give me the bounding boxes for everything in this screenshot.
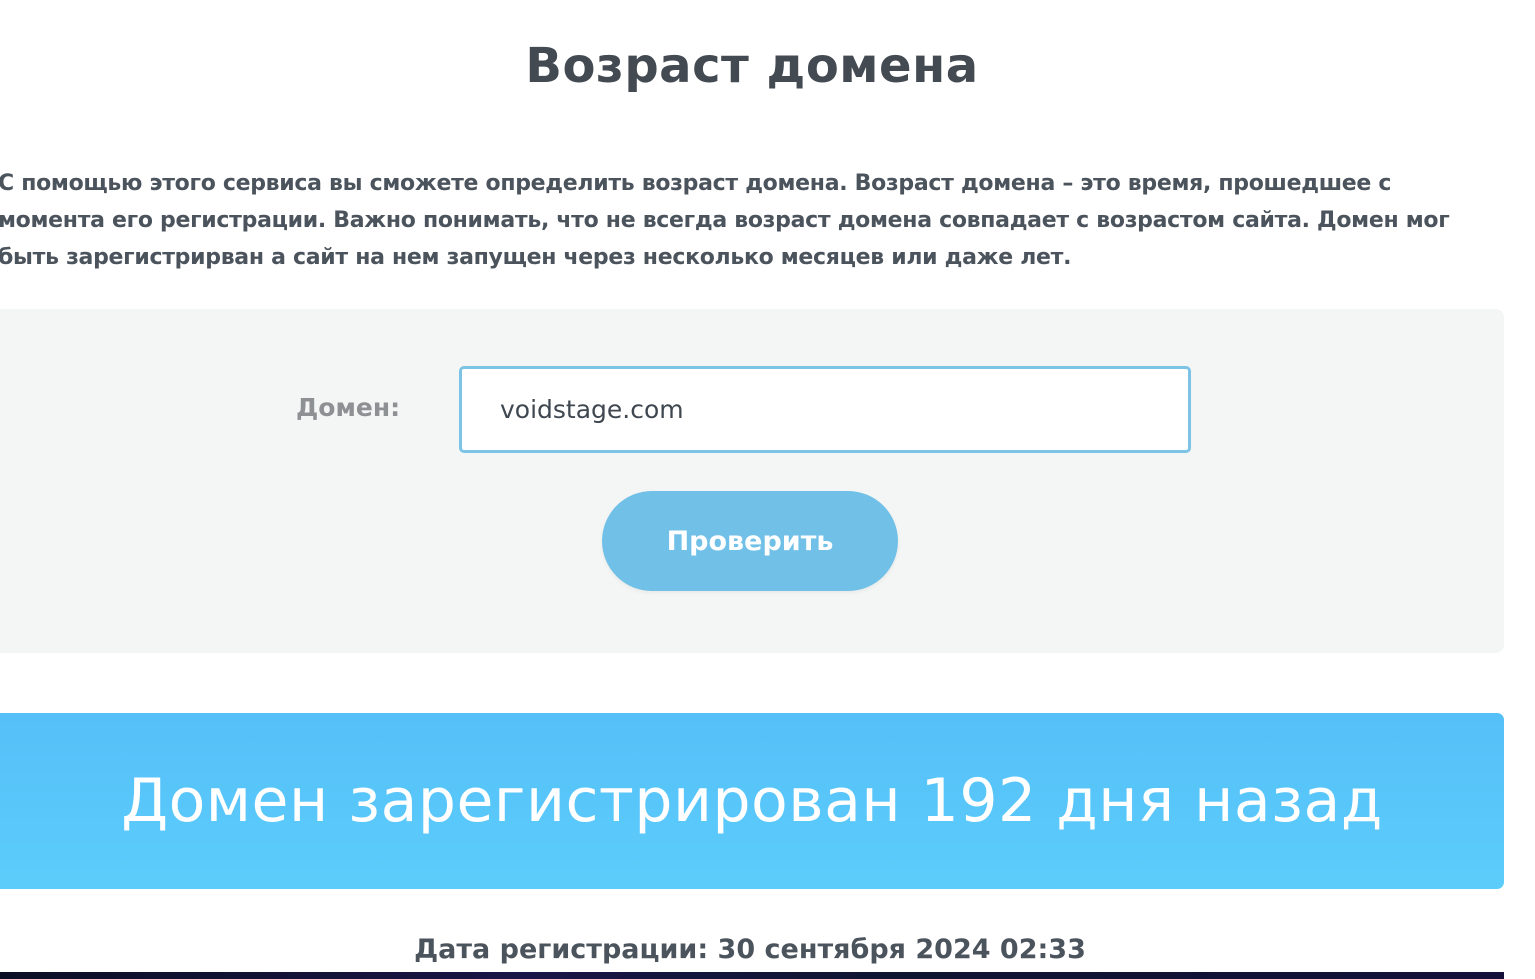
footer-image-strip — [0, 972, 1504, 979]
domain-label: Домен: — [296, 393, 401, 422]
page-title: Возраст домена — [525, 38, 979, 94]
result-message: Домен зарегистрирован 192 дня назад — [121, 766, 1383, 836]
domain-input[interactable] — [459, 366, 1191, 453]
check-button[interactable]: Проверить — [602, 491, 898, 591]
result-banner: Домен зарегистрирован 192 дня назад — [0, 713, 1504, 889]
page: Возраст домена С помощью этого сервиса в… — [0, 0, 1535, 979]
registration-date: Дата регистрации: 30 сентября 2024 02:33 — [414, 934, 1086, 965]
domain-check-form — [0, 309, 1504, 653]
service-description: С помощью этого сервиса вы сможете опред… — [0, 171, 1450, 270]
